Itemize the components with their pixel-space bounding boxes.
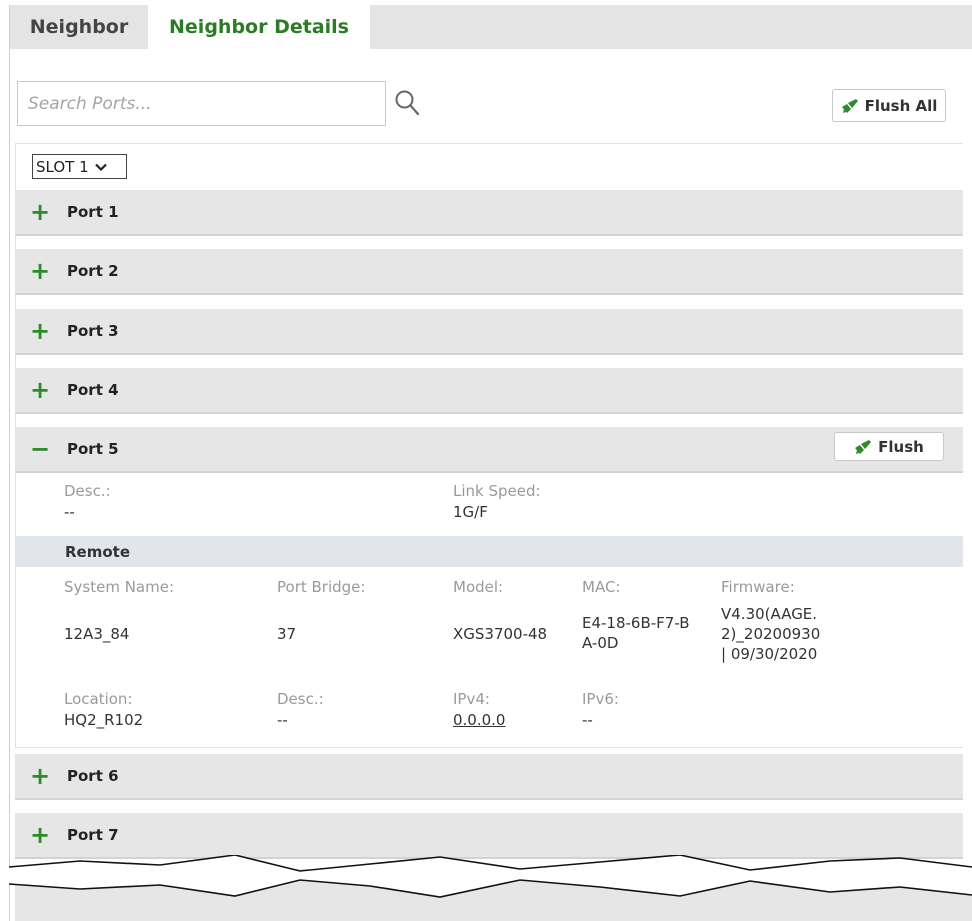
port-bridge-value: 37 bbox=[277, 625, 297, 643]
tab-neighbor[interactable]: Neighbor bbox=[10, 5, 148, 49]
plus-icon: + bbox=[29, 762, 51, 790]
model-value: XGS3700-48 bbox=[453, 625, 548, 643]
port-label: Port 6 bbox=[67, 767, 119, 785]
port-label: Port 7 bbox=[67, 826, 119, 844]
ipv4-label: IPv4: bbox=[453, 690, 490, 708]
flush-all-label: Flush All bbox=[864, 96, 938, 115]
location-value: HQ2_R102 bbox=[64, 711, 144, 729]
port-row-4[interactable]: + Port 4 bbox=[15, 368, 963, 414]
port-label: Port 4 bbox=[67, 381, 119, 399]
flush-label: Flush bbox=[878, 437, 924, 456]
location-label: Location: bbox=[64, 690, 133, 708]
plus-icon: + bbox=[29, 317, 51, 345]
firmware-label: Firmware: bbox=[721, 578, 795, 596]
port-row-2[interactable]: + Port 2 bbox=[15, 249, 963, 295]
minus-icon: − bbox=[29, 435, 51, 463]
desc-value: -- bbox=[64, 503, 75, 521]
port-row-5[interactable]: − Port 5 bbox=[15, 427, 963, 473]
mac-value-line2: A-0D bbox=[582, 634, 619, 652]
remote-title: Remote bbox=[65, 542, 131, 561]
search-icon[interactable] bbox=[394, 89, 420, 117]
brush-icon bbox=[855, 439, 872, 454]
ipv6-value: -- bbox=[582, 711, 593, 729]
page-break-graphic bbox=[8, 855, 972, 921]
port-label: Port 1 bbox=[67, 203, 119, 221]
firmware-value-line2: 2)_20200930 bbox=[721, 625, 821, 643]
mac-value-line1: E4-18-6B-F7-B bbox=[582, 614, 690, 632]
system-name-value: 12A3_84 bbox=[64, 625, 130, 643]
system-name-label: System Name: bbox=[64, 578, 175, 596]
port-row-7[interactable]: + Port 7 bbox=[15, 813, 963, 859]
link-speed-label: Link Speed: bbox=[453, 482, 541, 500]
plus-icon: + bbox=[29, 198, 51, 226]
link-speed-value: 1G/F bbox=[453, 503, 488, 521]
port-row-1[interactable]: + Port 1 bbox=[15, 190, 963, 236]
plus-icon: + bbox=[29, 821, 51, 849]
port-label: Port 5 bbox=[67, 440, 119, 458]
plus-icon: + bbox=[29, 257, 51, 285]
slot-select[interactable]: SLOT 1 bbox=[32, 154, 127, 179]
flush-all-button[interactable]: Flush All bbox=[832, 89, 946, 122]
model-label: Model: bbox=[453, 578, 504, 596]
firmware-value-line1: V4.30(AAGE. bbox=[721, 605, 818, 623]
search-input[interactable] bbox=[18, 82, 385, 125]
ipv4-link[interactable]: 0.0.0.0 bbox=[453, 711, 505, 729]
port-bridge-label: Port Bridge: bbox=[277, 578, 366, 596]
tab-bar: Neighbor Neighbor Details bbox=[10, 5, 972, 49]
ipv6-label: IPv6: bbox=[582, 690, 619, 708]
remote-section-header: Remote bbox=[15, 536, 963, 567]
port-label: Port 3 bbox=[67, 322, 119, 340]
port-label: Port 2 bbox=[67, 262, 119, 280]
desc-label: Desc.: bbox=[64, 482, 111, 500]
flush-button[interactable]: Flush bbox=[834, 432, 944, 461]
brush-icon bbox=[841, 98, 858, 113]
tab-neighbor-details[interactable]: Neighbor Details bbox=[148, 5, 370, 49]
port-row-6[interactable]: + Port 6 bbox=[15, 754, 963, 800]
plus-icon: + bbox=[29, 376, 51, 404]
port-row-3[interactable]: + Port 3 bbox=[15, 309, 963, 355]
chevron-down-icon bbox=[94, 163, 107, 171]
firmware-value-line3: | 09/30/2020 bbox=[721, 645, 818, 663]
remote-desc-value: -- bbox=[277, 711, 288, 729]
slot-select-value: SLOT 1 bbox=[36, 157, 89, 176]
mac-label: MAC: bbox=[582, 578, 621, 596]
remote-desc-label: Desc.: bbox=[277, 690, 324, 708]
search-box bbox=[17, 81, 386, 126]
